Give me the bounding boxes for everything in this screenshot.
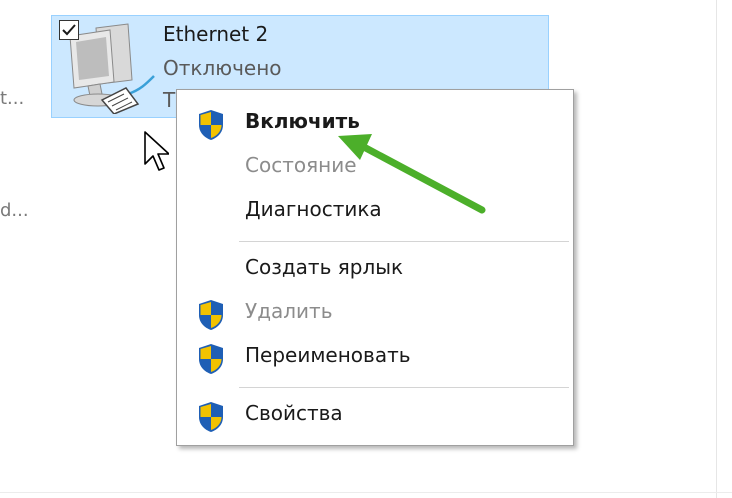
menu-separator — [239, 241, 569, 242]
menu-label: Удалить — [245, 299, 333, 323]
menu-item-create-shortcut[interactable]: Создать ярлык — [177, 249, 573, 289]
truncated-label-1[interactable]: t... — [0, 88, 24, 109]
menu-item-rename[interactable]: Переименовать — [177, 337, 573, 377]
bottom-divider — [0, 492, 732, 493]
left-panel: t... d... — [0, 0, 40, 498]
annotation-arrow-icon — [338, 134, 486, 214]
adapter-name: Ethernet 2 — [163, 22, 269, 46]
mouse-cursor-icon — [144, 131, 169, 171]
menu-item-delete[interactable]: Удалить — [177, 293, 573, 333]
truncated-label-2[interactable]: d... — [0, 200, 29, 221]
uac-shield-icon — [199, 402, 223, 432]
adapter-checkbox[interactable] — [59, 20, 79, 40]
menu-label: Переименовать — [245, 343, 411, 367]
uac-shield-icon — [199, 344, 223, 374]
adapter-device: T — [163, 88, 176, 112]
menu-separator — [239, 387, 569, 388]
uac-shield-icon — [199, 300, 223, 330]
checkmark-icon — [62, 24, 76, 36]
menu-item-properties[interactable]: Свойства — [177, 395, 573, 435]
menu-label: Создать ярлык — [245, 255, 404, 279]
window-edge — [716, 0, 717, 498]
menu-label: Свойства — [245, 401, 343, 425]
uac-shield-icon — [199, 110, 223, 140]
adapter-status: Отключено — [163, 56, 282, 80]
